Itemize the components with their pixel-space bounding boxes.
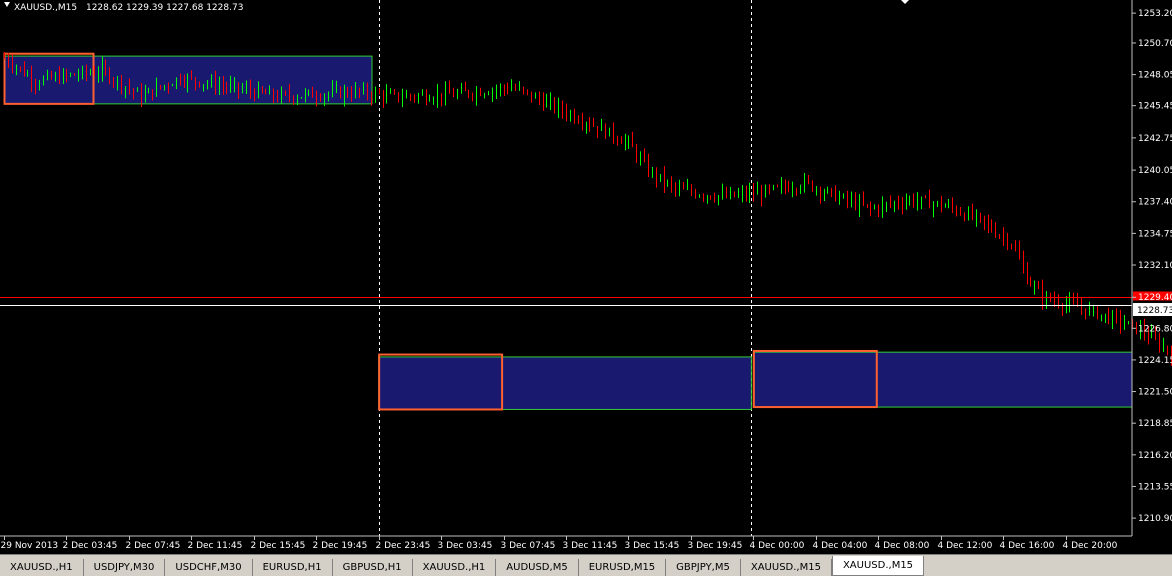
time-tick-label: 3 Dec 03:45	[438, 541, 493, 551]
price-tick-label: 1248.05	[1138, 71, 1172, 81]
price-tick-label: 1210.90	[1138, 514, 1172, 524]
time-tick-label: 4 Dec 12:00	[938, 541, 993, 551]
chart-tab-active[interactable]: XAUUSD.,M15	[831, 556, 925, 576]
price-tick-label: 1232.10	[1138, 261, 1172, 271]
time-tick-label: 3 Dec 11:45	[563, 541, 618, 551]
chart-tab[interactable]: AUDUSD,M5	[496, 559, 579, 576]
price-tick-label: 1242.75	[1138, 134, 1172, 144]
chart-tab[interactable]: XAUUSD.,H1	[413, 559, 497, 576]
price-tick-label: 1213.55	[1138, 482, 1172, 492]
current-price-label: 1228.73	[1133, 303, 1172, 316]
price-tick-label: 1218.85	[1138, 419, 1172, 429]
time-tick-label: 2 Dec 07:45	[126, 541, 181, 551]
time-tick-label: 4 Dec 16:00	[1000, 541, 1055, 551]
time-tick-label: 2 Dec 03:45	[63, 541, 118, 551]
current-price-value: 1228.73	[1137, 306, 1172, 316]
price-tick-label: 1221.50	[1138, 388, 1172, 398]
time-tick-label: 4 Dec 08:00	[875, 541, 930, 551]
price-tick-label: 1229.40	[1138, 293, 1172, 303]
chart-header: XAUUSD.,M15 1228.62 1229.39 1227.68 1228…	[14, 3, 243, 13]
price-tick-label: 1237.40	[1138, 198, 1172, 208]
price-tick-label: 1216.20	[1138, 451, 1172, 461]
price-tick-label: 1226.80	[1138, 324, 1172, 334]
price-tick-label: 1224.15	[1138, 356, 1172, 366]
price-chart[interactable]: 1253.20 1250.70 1248.05 1245.45 1242.75 1240.…	[0, 0, 1172, 554]
chart-tab[interactable]: USDCHF,M30	[165, 559, 253, 576]
chart-tab[interactable]: XAUUSD.,M15	[741, 559, 832, 576]
chart-tab[interactable]: USDJPY,M30	[84, 559, 166, 576]
time-tick-label: 2 Dec 15:45	[251, 541, 306, 551]
chart-ohlc: 1228.62 1229.39 1227.68 1228.73	[86, 3, 243, 13]
time-tick-label: 3 Dec 07:45	[501, 541, 556, 551]
chart-tabs: XAUUSD.,H1 USDJPY,M30 USDCHF,M30 EURUSD,H1 G…	[0, 554, 1172, 576]
time-tick-label: 2 Dec 23:45	[376, 541, 431, 551]
time-tick-label: 4 Dec 00:00	[750, 541, 805, 551]
time-tick-label: 29 Nov 2013	[1, 541, 59, 551]
price-tick-label: 1250.70	[1138, 39, 1172, 49]
range-zone	[378, 356, 752, 410]
time-tick-label: 2 Dec 19:45	[313, 541, 368, 551]
price-tick-label: 1245.45	[1138, 102, 1172, 112]
chart-symbol: XAUUSD.,M15	[14, 3, 77, 13]
range-zone	[752, 351, 1133, 408]
time-tick-label: 3 Dec 15:45	[625, 541, 680, 551]
chart-tab[interactable]: EURUSD,M15	[579, 559, 667, 576]
chart-tab[interactable]: GBPJPY,M5	[666, 559, 741, 576]
chart-tab[interactable]: GBPUSD,H1	[333, 559, 413, 576]
chart-tab[interactable]: EURUSD,H1	[253, 559, 333, 576]
time-tick-label: 4 Dec 04:00	[813, 541, 868, 551]
time-tick-label: 2 Dec 11:45	[188, 541, 243, 551]
chart-tab[interactable]: XAUUSD.,H1	[0, 559, 84, 576]
price-tick-label: 1253.20	[1138, 9, 1172, 19]
price-tick-label: 1234.75	[1138, 229, 1172, 239]
time-tick-label: 4 Dec 20:00	[1063, 541, 1118, 551]
price-tick-label: 1240.05	[1138, 166, 1172, 176]
time-tick-label: 3 Dec 19:45	[688, 541, 743, 551]
